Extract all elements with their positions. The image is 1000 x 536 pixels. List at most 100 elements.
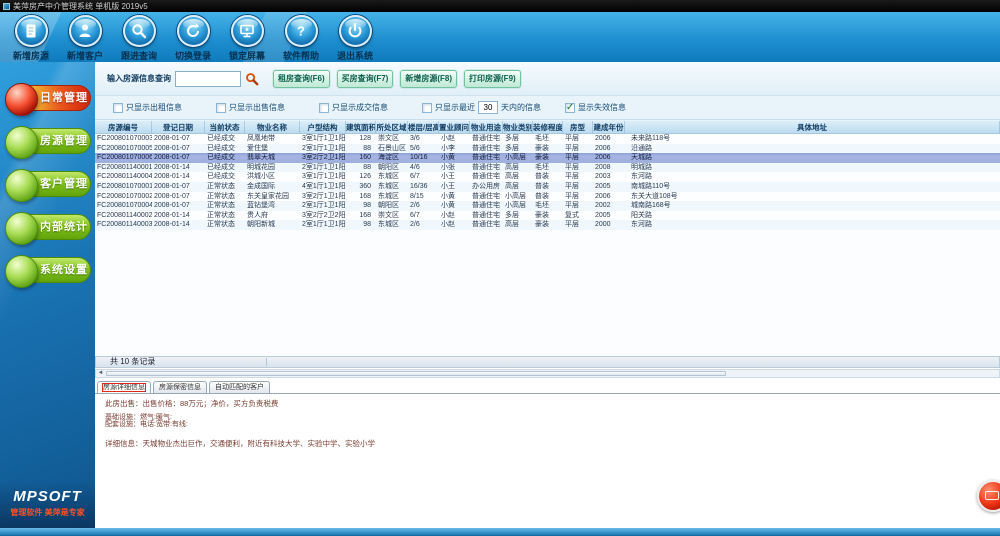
- column-header[interactable]: 户型结构: [300, 121, 346, 133]
- filter-only-sale[interactable]: 只显示出售信息: [216, 102, 285, 113]
- toolbar: 新增房源 新增客户 跟进查询 切换登录 锁定屏幕: [0, 12, 1000, 62]
- checkbox-icon[interactable]: [216, 103, 226, 113]
- table-cell: 2006: [593, 144, 625, 154]
- table-row[interactable]: FC2008010700062008-01-07已经成交翡翠天城3室2厅2卫1阳…: [95, 153, 1000, 163]
- sidebar-item-customer-management[interactable]: 客户管理: [6, 171, 91, 197]
- column-header[interactable]: 具体地址: [625, 121, 1000, 133]
- sidebar-item-internal-statistics[interactable]: 内部统计: [6, 214, 91, 240]
- column-header[interactable]: 物业名称: [245, 121, 300, 133]
- column-header[interactable]: 物业用途: [470, 121, 503, 133]
- table-cell: 小黄: [439, 192, 470, 202]
- followup-query-icon: [123, 15, 156, 47]
- search-input[interactable]: [175, 71, 241, 87]
- table-cell: 2008-01-14: [152, 172, 205, 182]
- column-header[interactable]: 装修程度: [533, 121, 563, 133]
- table-row[interactable]: FC2008011400012008-01-14已经成交明城花园2室1厅1卫1阳…: [95, 163, 1000, 173]
- toolbar-button-followup-query[interactable]: 跟进查询: [112, 12, 166, 62]
- new-property-button[interactable]: 新增房源(F8): [400, 70, 457, 88]
- table-cell: 东关大道108号: [625, 192, 1000, 202]
- scroll-left-icon[interactable]: ◄: [96, 370, 105, 377]
- table-cell: 小王: [439, 172, 470, 182]
- sidebar-item-property-management[interactable]: 房源管理: [6, 128, 91, 154]
- column-header[interactable]: 房源编号: [95, 121, 152, 133]
- table-cell: FC200801070003: [95, 134, 152, 144]
- table-cell: FC200801140001: [95, 163, 152, 173]
- toolbar-button-switch-login[interactable]: 切换登录: [166, 12, 220, 62]
- table-cell: 2005: [593, 211, 625, 221]
- table-cell: 10/16: [408, 153, 439, 163]
- table-row[interactable]: FC2008011400042008-01-14已经成交洪城小区3室1厅1卫1阳…: [95, 172, 1000, 182]
- tab-auto-matched-customers[interactable]: 自动匹配的客户: [209, 381, 270, 393]
- toolbar-button-help[interactable]: ? 软件帮助: [274, 12, 328, 62]
- filter-show-invalid[interactable]: 显示失效信息: [565, 102, 626, 113]
- table-cell: 2008-01-07: [152, 144, 205, 154]
- table-cell: 普通住宅: [470, 211, 503, 221]
- horizontal-scrollbar[interactable]: ◄: [95, 369, 1000, 378]
- table-row[interactable]: FC2008011400022008-01-14正常状态贵人府3室2厅2卫2阳1…: [95, 211, 1000, 221]
- toolbar-button-exit[interactable]: 退出系统: [328, 12, 382, 62]
- toolbar-button-lock-screen[interactable]: 锁定屏幕: [220, 12, 274, 62]
- sidebar-item-label: 系统设置: [7, 258, 90, 283]
- column-header[interactable]: 置业顾问: [439, 121, 470, 133]
- column-header[interactable]: 当前状态: [205, 121, 245, 133]
- table-row[interactable]: FC2008010700052008-01-07已经成交爱住堡2室1厅1卫1阳8…: [95, 144, 1000, 154]
- table-cell: FC200801140003: [95, 220, 152, 230]
- column-header[interactable]: 所处区域: [376, 121, 408, 133]
- scrollbar-thumb[interactable]: [106, 371, 726, 376]
- help-icon: ?: [285, 15, 318, 47]
- table-cell: 普通住宅: [470, 153, 503, 163]
- table-cell: 崇文区: [376, 134, 408, 144]
- sidebar-item-daily-management[interactable]: 日常管理: [6, 85, 91, 111]
- table-cell: 平层: [563, 220, 593, 230]
- toolbar-button-new-customer[interactable]: 新增客户: [58, 12, 112, 62]
- table-cell: 复式: [563, 211, 593, 221]
- buy-query-button[interactable]: 买房查询(F7): [337, 70, 394, 88]
- vendor-logo-brand: MPSOFT: [0, 488, 95, 505]
- filter-only-rent[interactable]: 只显示出租信息: [113, 102, 182, 113]
- column-header[interactable]: 楼层/层高: [408, 121, 439, 133]
- sidebar-item-system-settings[interactable]: 系统设置: [6, 257, 91, 283]
- table-cell: 普装: [533, 172, 563, 182]
- checkbox-icon[interactable]: [113, 103, 123, 113]
- checkbox-icon[interactable]: [422, 103, 432, 113]
- filter-only-deal[interactable]: 只显示成交信息: [319, 102, 388, 113]
- checkbox-checked-icon[interactable]: [565, 103, 575, 113]
- table-cell: 3室1厅1卫1阳: [300, 134, 346, 144]
- filter-label: 只显示出售信息: [229, 102, 285, 113]
- toolbar-label: 退出系统: [337, 49, 373, 62]
- toolbar-label: 新增房源: [13, 49, 49, 62]
- app-window: 美萍房产中介管理系统 单机版 2019v5 新增房源 新增客户 跟进查询 切换: [0, 0, 1000, 536]
- search-icon[interactable]: [245, 72, 259, 86]
- column-header[interactable]: 建筑面积: [346, 121, 376, 133]
- window-bottom-edge: [0, 528, 1000, 536]
- table-cell: 已经成交: [205, 153, 245, 163]
- checkbox-icon[interactable]: [319, 103, 329, 113]
- table-cell: 小王: [439, 182, 470, 192]
- column-header[interactable]: 物业类别: [503, 121, 533, 133]
- tab-property-details[interactable]: 房源详细信息: [97, 381, 151, 393]
- table-row[interactable]: FC2008010700012008-01-07正常状态金成国际4室1厅1卫1阳…: [95, 182, 1000, 192]
- table-cell: 普通住宅: [470, 144, 503, 154]
- table-cell: 普通住宅: [470, 134, 503, 144]
- table-row[interactable]: FC2008010700032008-01-07已经成交凤凰地带3室1厅1卫1阳…: [95, 134, 1000, 144]
- column-header[interactable]: 建成年份: [593, 121, 625, 133]
- table-cell: 2008-01-07: [152, 153, 205, 163]
- toolbar-button-new-property[interactable]: 新增房源: [4, 12, 58, 62]
- table-row[interactable]: FC2008010700042008-01-07正常状态蓝钻堡湾2室1厅1卫1阳…: [95, 201, 1000, 211]
- table-cell: 东城区: [376, 182, 408, 192]
- recent-days-input[interactable]: [478, 101, 498, 114]
- table-cell: 128: [346, 134, 376, 144]
- table-cell: 金成国际: [245, 182, 300, 192]
- table-cell: 小李: [439, 144, 470, 154]
- rent-query-button[interactable]: 租房查询(F6): [273, 70, 330, 88]
- print-property-button[interactable]: 打印房源(F9): [464, 70, 521, 88]
- table-row[interactable]: FC2008010700022008-01-07正常状态东关皇家花园3室2厅1卫…: [95, 192, 1000, 202]
- tab-property-confidential[interactable]: 房源保密信息: [153, 381, 207, 393]
- table-cell: 普装: [533, 192, 563, 202]
- column-header[interactable]: 登记日期: [152, 121, 205, 133]
- filter-recent-days[interactable]: 只显示最近 天内的信息: [422, 101, 541, 114]
- table-cell: 168: [346, 211, 376, 221]
- table-row[interactable]: FC2008011400032008-01-14正常状态朝阳新城2室1厅1卫1阳…: [95, 220, 1000, 230]
- column-header[interactable]: 房型: [563, 121, 593, 133]
- table-cell: 毛坯: [533, 201, 563, 211]
